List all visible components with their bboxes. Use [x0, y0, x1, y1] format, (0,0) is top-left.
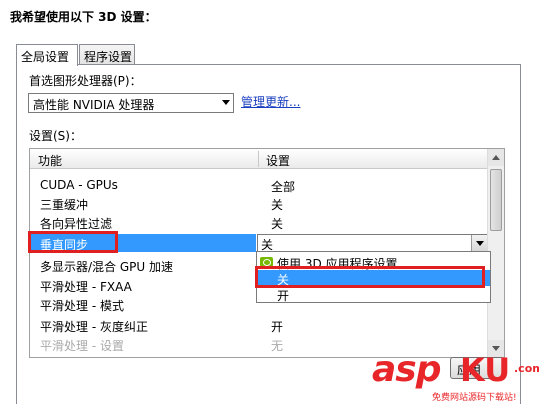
page-heading: 我希望使用以下 3D 设置： — [10, 10, 157, 24]
row-setting: 关 — [271, 217, 284, 231]
settings-label: 设置(S)： — [29, 129, 82, 143]
row-setting: 开 — [271, 320, 284, 334]
option-label: 开 — [277, 289, 290, 303]
preferred-gpu-select[interactable]: 高性能 NVIDIA 处理器 — [28, 93, 234, 113]
manage-updates-link[interactable]: 管理更新... — [241, 93, 300, 110]
watermark-subtitle: 免费网站源码下载站! — [432, 393, 517, 403]
watermark-com: .com — [514, 362, 539, 375]
watermark-ku: KU — [460, 351, 511, 389]
table-row[interactable]: 平滑处理 - 灰度纠正 开 — [30, 316, 488, 334]
row-feature: CUDA - GPUs — [40, 178, 118, 192]
annotation-box-off-option — [255, 266, 485, 288]
chevron-down-icon[interactable] — [471, 235, 487, 251]
row-setting: 全部 — [271, 180, 296, 194]
row-feature: 平滑处理 - 模式 — [40, 299, 124, 313]
dropdown-option-on[interactable]: 开 — [257, 286, 490, 303]
watermark-logo: asp KU .com 免费网站源码下载站! — [372, 349, 539, 404]
row-feature: 平滑处理 - 灰度纠正 — [40, 320, 148, 334]
scroll-up-arrow-icon[interactable] — [488, 149, 504, 166]
column-header-feature[interactable]: 功能 — [38, 152, 62, 169]
watermark-brand: asp — [372, 349, 441, 390]
tab-program-settings[interactable]: 程序设置 — [79, 44, 135, 65]
row-feature: 各向异性过滤 — [40, 217, 113, 231]
row-feature: 三重缓冲 — [40, 198, 89, 212]
row-feature: 多显示器/混合 GPU 加速 — [40, 260, 173, 274]
column-separator — [258, 151, 259, 167]
table-row[interactable]: 各向异性过滤 关 — [30, 213, 488, 231]
row-setting: 关 — [271, 198, 284, 212]
grid-header: 功能 设置 — [30, 149, 488, 169]
row-feature: 平滑处理 - 设置 — [40, 339, 124, 353]
column-header-setting[interactable]: 设置 — [266, 152, 290, 169]
scrollbar-thumb[interactable] — [490, 169, 502, 231]
preferred-gpu-value: 高性能 NVIDIA 处理器 — [33, 98, 155, 112]
preferred-gpu-label: 首选图形处理器(P)： — [29, 74, 142, 88]
annotation-box-vsync — [28, 231, 118, 253]
tab-global-settings[interactable]: 全局设置 — [16, 44, 78, 66]
chevron-down-icon — [222, 100, 230, 105]
table-row[interactable]: CUDA - GPUs 全部 — [30, 176, 488, 194]
table-row[interactable]: 三重缓冲 关 — [30, 194, 488, 212]
row-feature: 平滑处理 - FXAA — [40, 280, 132, 294]
row-setting: 无 — [271, 339, 284, 353]
vsync-setting-combo[interactable]: 关 — [257, 234, 488, 252]
